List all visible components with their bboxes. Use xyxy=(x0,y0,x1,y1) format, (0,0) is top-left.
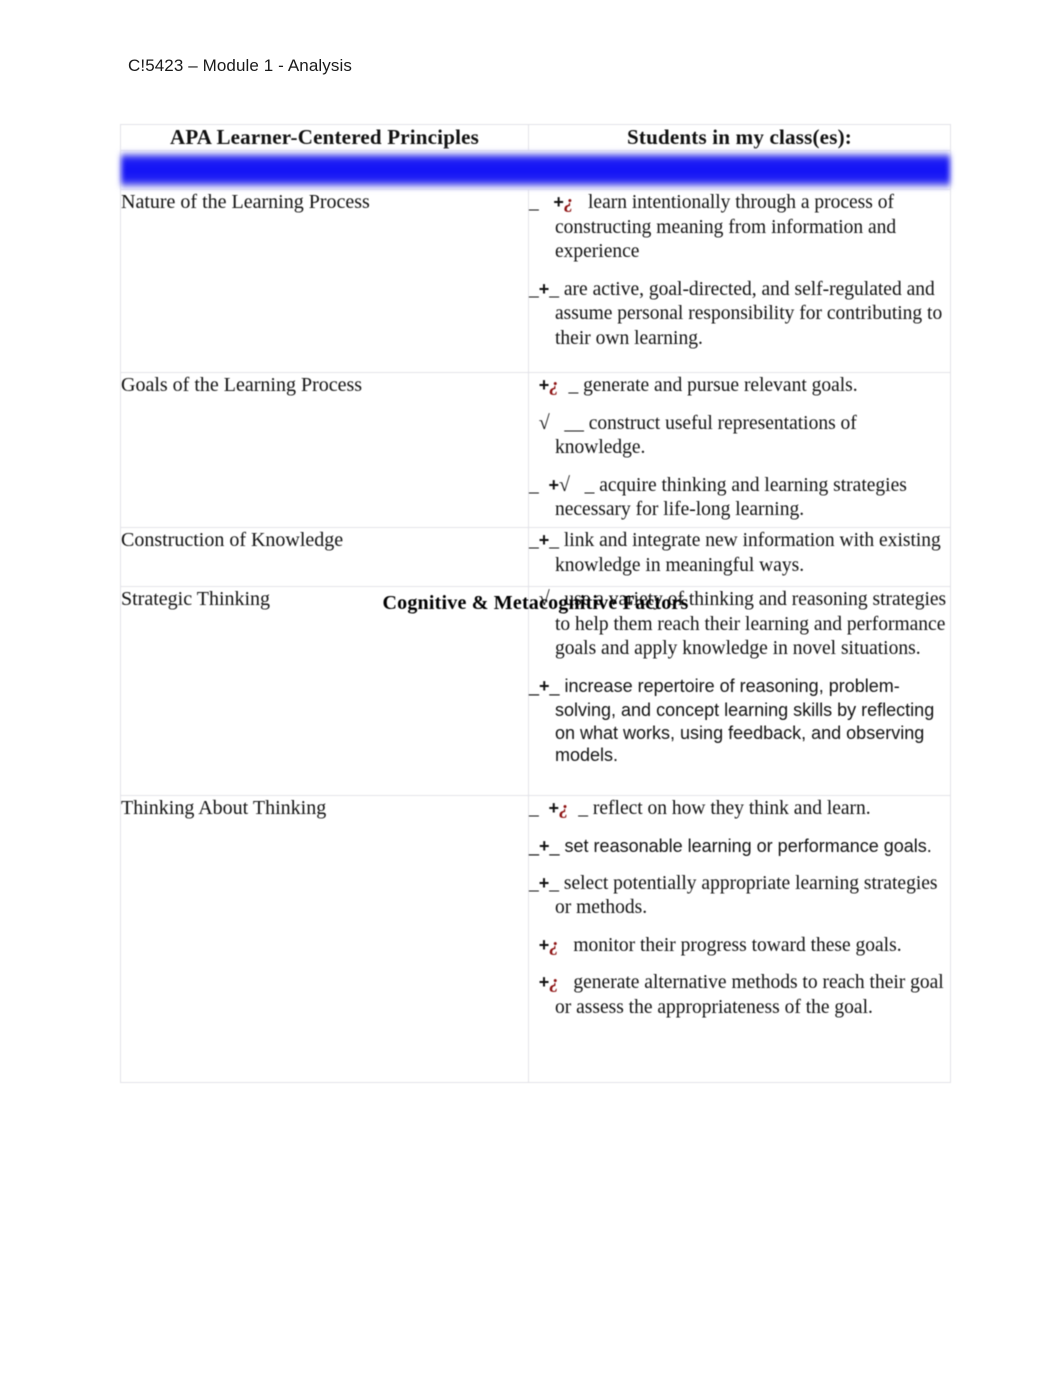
section-banner-row: Cognitive & Metacognitive Factors xyxy=(120,150,951,614)
section-banner-label: Cognitive & Metacognitive Factors xyxy=(382,592,689,614)
section-banner-cell: Cognitive & Metacognitive Factors xyxy=(120,150,951,614)
running-header: C!5423 – Module 1 - Analysis xyxy=(128,56,352,75)
document-page: C!5423 – Module 1 - Analysis APA Learner… xyxy=(0,0,1062,1376)
apa-principles-table: APA Learner-Centered Principles Students… xyxy=(120,124,951,1083)
